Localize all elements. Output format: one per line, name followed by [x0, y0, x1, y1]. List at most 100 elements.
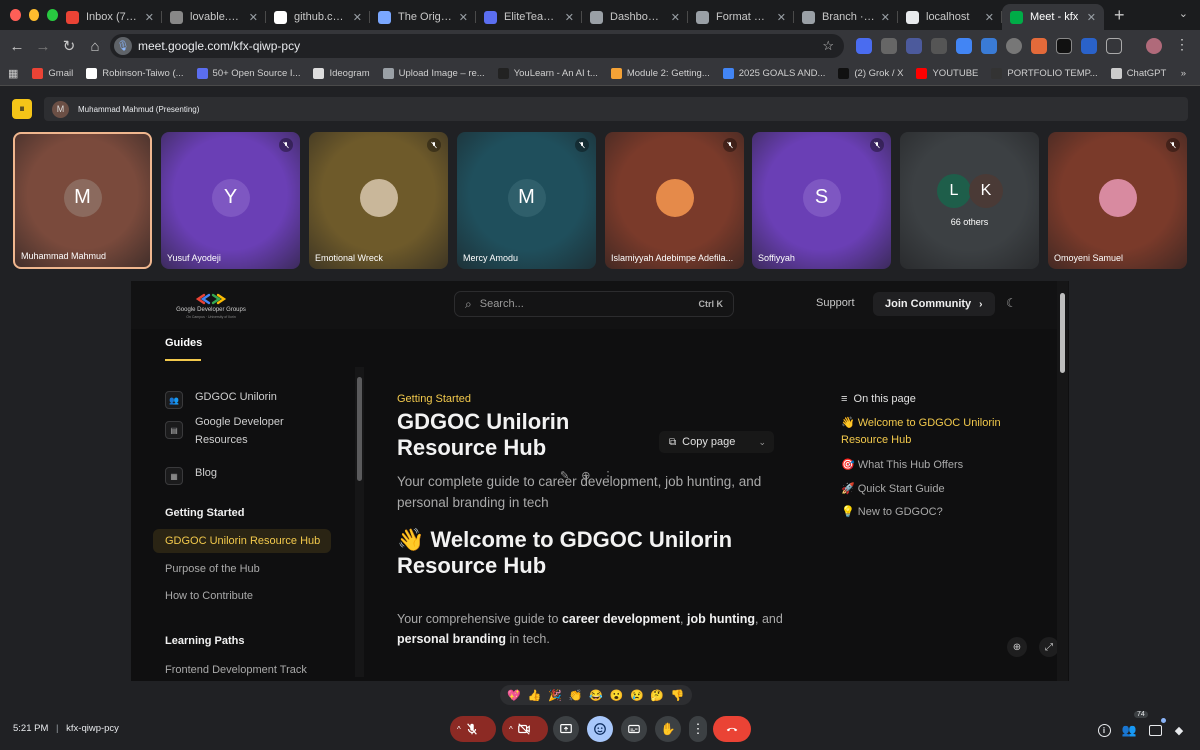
- participant-tile[interactable]: M Mercy Amodu: [457, 132, 596, 269]
- leave-call-button[interactable]: [713, 716, 751, 742]
- reaction-emoji[interactable]: 👎: [671, 689, 685, 702]
- chevron-up-icon[interactable]: ^: [509, 725, 513, 734]
- bookmark-item[interactable]: (2) Grok / X: [838, 68, 903, 79]
- close-tab-icon[interactable]: ✕: [777, 11, 786, 24]
- bookmark-item[interactable]: 50+ Open Source I...: [196, 68, 300, 79]
- browser-tab[interactable]: Branch · Bran ✕: [794, 4, 898, 30]
- bookmark-item[interactable]: Module 2: Getting...: [610, 68, 710, 79]
- reaction-emoji[interactable]: 💖: [507, 689, 521, 702]
- participant-tile[interactable]: Omoyeni Samuel: [1048, 132, 1187, 269]
- reaction-emoji[interactable]: 😂: [589, 689, 603, 702]
- bookmark-item[interactable]: ChatGPT: [1110, 68, 1166, 79]
- sidebar-item-developer-resources[interactable]: ▤ Google Developer Resources: [165, 413, 305, 449]
- close-tab-icon[interactable]: ✕: [881, 11, 890, 24]
- close-tab-icon[interactable]: ✕: [1087, 11, 1096, 24]
- extension-icon[interactable]: [981, 38, 997, 54]
- home-button[interactable]: ⌂: [82, 38, 108, 55]
- browser-menu-icon[interactable]: ⋮: [1175, 36, 1191, 52]
- sidebar-scrollbar[interactable]: [355, 367, 364, 677]
- reaction-emoji[interactable]: 😮: [610, 689, 624, 702]
- more-options-icon[interactable]: ⋮: [602, 469, 613, 482]
- toc-item-offers[interactable]: 🎯 What This Hub Offers: [841, 457, 1011, 474]
- close-tab-icon[interactable]: ✕: [353, 11, 362, 24]
- bookmark-item[interactable]: PORTFOLIO TEMP...: [991, 68, 1098, 79]
- close-tab-icon[interactable]: ✕: [671, 11, 680, 24]
- new-tab-button[interactable]: +: [1114, 5, 1125, 26]
- bookmark-item[interactable]: YouLearn - An AI t...: [497, 68, 598, 79]
- browser-tab[interactable]: lovable.dev ✕: [162, 4, 266, 30]
- zoom-icon[interactable]: ⊕: [581, 469, 590, 482]
- browser-tab[interactable]: github.com ✕: [266, 4, 370, 30]
- browser-tab[interactable]: Dashboard op ✕: [582, 4, 688, 30]
- reaction-emoji[interactable]: 🎉: [548, 689, 562, 702]
- zoom-in-icon[interactable]: ⊕: [1007, 637, 1027, 657]
- close-tab-icon[interactable]: ✕: [459, 11, 468, 24]
- bookmark-item[interactable]: Upload Image – re...: [382, 68, 485, 79]
- back-button[interactable]: ←: [4, 38, 30, 55]
- reload-button[interactable]: ↻: [56, 37, 82, 55]
- reaction-emoji[interactable]: 😢: [630, 689, 644, 702]
- chevron-down-icon[interactable]: ⌄: [758, 437, 766, 448]
- camera-extension-icon[interactable]: [881, 38, 897, 54]
- participant-tile[interactable]: S Soffiyyah: [752, 132, 891, 269]
- apps-grid-icon[interactable]: ▦: [8, 67, 18, 80]
- close-tab-icon[interactable]: ✕: [985, 11, 994, 24]
- profile-avatar[interactable]: [1146, 38, 1162, 54]
- meeting-info-icon[interactable]: ⏸: [12, 99, 32, 119]
- browser-tab[interactable]: The Originato ✕: [370, 4, 476, 30]
- browser-tab[interactable]: Format exam ✕: [688, 4, 794, 30]
- reaction-emoji[interactable]: 👍: [528, 689, 542, 702]
- browser-tab[interactable]: Inbox (7,755) ✕: [58, 4, 162, 30]
- close-tab-icon[interactable]: ✕: [145, 11, 154, 24]
- toc-item-new-to-gdgoc[interactable]: 💡 New to GDGOC?: [841, 504, 1011, 521]
- close-tab-icon[interactable]: ✕: [249, 11, 258, 24]
- sidebar-item-gdgoc[interactable]: 👥 GDGOC Unilorin: [165, 391, 277, 409]
- participant-tile[interactable]: M Muhammad Mahmud: [13, 132, 152, 269]
- close-tab-icon[interactable]: ✕: [565, 11, 574, 24]
- people-button[interactable]: 👥: [1120, 721, 1138, 739]
- address-bar[interactable]: 🎙 meet.google.com/kfx-qiwp-pcy ☆: [110, 34, 844, 58]
- raise-hand-button[interactable]: ✋: [655, 716, 681, 742]
- close-window-button[interactable]: [10, 9, 21, 21]
- extension-icon[interactable]: [931, 38, 947, 54]
- address-bar-url[interactable]: meet.google.com/kfx-qiwp-pcy: [138, 39, 300, 53]
- docs-extension-icon[interactable]: [956, 38, 972, 54]
- extension-icon[interactable]: [906, 38, 922, 54]
- tab-guides[interactable]: Guides: [165, 337, 202, 349]
- reaction-emoji[interactable]: 👏: [569, 689, 583, 702]
- browser-tab[interactable]: localhost ✕: [898, 4, 1002, 30]
- bookmark-item[interactable]: Ideogram: [313, 68, 370, 79]
- extensions-puzzle-icon[interactable]: [1106, 38, 1122, 54]
- bookmark-item[interactable]: YOUTUBE: [916, 68, 978, 79]
- chevron-up-icon[interactable]: ^: [457, 725, 461, 734]
- sidebar-item-resource-hub[interactable]: GDGOC Unilorin Resource Hub: [153, 529, 331, 553]
- extension-icon[interactable]: [1031, 38, 1047, 54]
- fullscreen-icon[interactable]: ⤢: [1039, 637, 1059, 657]
- participant-tile[interactable]: Emotional Wreck: [309, 132, 448, 269]
- tab-search-chevron-icon[interactable]: ⌄: [1179, 7, 1188, 20]
- mic-button[interactable]: ^: [450, 716, 496, 742]
- browser-tab[interactable]: EliteTeam_Sk ✕: [476, 4, 582, 30]
- extension-icon[interactable]: [1056, 38, 1072, 54]
- captions-button[interactable]: [621, 716, 647, 742]
- more-bookmarks-icon[interactable]: »: [1181, 68, 1186, 79]
- participant-tile[interactable]: Islamiyyah Adebimpe Adefila...: [605, 132, 744, 269]
- extension-icon[interactable]: [1081, 38, 1097, 54]
- toc-item-quick-start[interactable]: 🚀 Quick Start Guide: [841, 481, 1011, 498]
- maximize-window-button[interactable]: [47, 9, 59, 21]
- bookmark-item[interactable]: 2025 GOALS AND...: [722, 68, 825, 79]
- join-community-button[interactable]: Join Community ›: [873, 292, 995, 316]
- bookmark-item[interactable]: Robinson-Taiwo (...: [86, 68, 184, 79]
- theme-toggle-moon-icon[interactable]: ☾: [1006, 296, 1017, 310]
- sidebar-item-purpose[interactable]: Purpose of the Hub: [165, 563, 260, 575]
- bookmark-item[interactable]: Gmail: [32, 68, 73, 79]
- copy-page-button[interactable]: ⧉ Copy page ⌄: [659, 431, 774, 453]
- reactions-button[interactable]: [587, 716, 613, 742]
- no-annotate-icon[interactable]: ✎: [560, 469, 569, 482]
- bookmark-star-icon[interactable]: ☆: [822, 38, 834, 54]
- toc-item-welcome[interactable]: 👋 Welcome to GDGOC Unilorin Resource Hub: [841, 415, 1011, 449]
- extension-icon[interactable]: [1006, 38, 1022, 54]
- more-options-button[interactable]: ⋮: [689, 716, 707, 742]
- reaction-emoji[interactable]: 🤔: [650, 689, 664, 702]
- browser-tab[interactable]: Meet - kfx ✕: [1002, 4, 1104, 30]
